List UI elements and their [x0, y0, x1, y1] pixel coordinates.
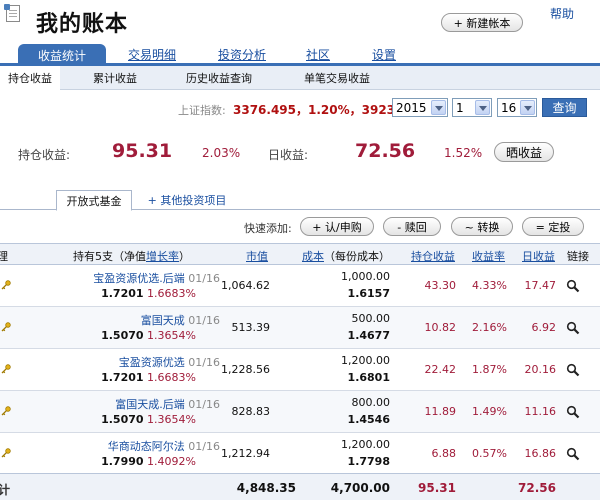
total-row: 计 4,848.35 4,700.00 95.31 72.56: [0, 473, 600, 500]
key-icon[interactable]: [1, 321, 11, 332]
daily-profit: 16.86: [524, 447, 557, 460]
table-row: 富国天成.后端 01/16 1.5070 1.3654% 828.83 800.00 1…: [0, 391, 600, 433]
help-link[interactable]: 帮助: [550, 5, 574, 22]
search-icon[interactable]: [566, 279, 580, 293]
col-return-rate[interactable]: 收益率: [472, 248, 505, 264]
new-book-button[interactable]: + 新建帐本: [441, 13, 523, 32]
tab-settings[interactable]: 设置: [364, 44, 404, 65]
tab-investment-analysis[interactable]: 投资分析: [210, 44, 274, 65]
search-icon[interactable]: [566, 363, 580, 377]
chevron-down-icon: [431, 100, 446, 115]
subtab-history-query[interactable]: 历史收益查询: [164, 66, 274, 90]
index-label: 上证指数:: [178, 104, 226, 117]
convert-button[interactable]: ~ 转换: [451, 217, 513, 236]
subtab-holding-profit[interactable]: 持仓收益: [0, 66, 60, 90]
chevron-down-icon: [475, 100, 490, 115]
col-daily-profit[interactable]: 日收益: [522, 248, 555, 264]
fund-nav: 1.7201: [101, 287, 144, 300]
col-holding: 持有5支（净值增长率）: [73, 250, 190, 263]
market-value: 828.83: [231, 405, 271, 418]
market-value: 1,212.94: [221, 447, 270, 460]
query-button[interactable]: 查询: [542, 98, 587, 117]
growth-rate-sort-link[interactable]: 增长率: [146, 250, 179, 263]
total-label: 计: [0, 483, 11, 497]
quick-add-bar: 快速添加: + 认/申购 - 赎回 ~ 转换 = 定投: [0, 216, 600, 238]
quick-add-label: 快速添加:: [244, 222, 292, 235]
daily-profit-label: 日收益:: [268, 148, 309, 162]
key-icon[interactable]: [1, 363, 11, 374]
daily-profit: 20.16: [524, 363, 557, 376]
tab-profit-stats[interactable]: 收益统计: [18, 44, 106, 66]
daily-profit-pct: 1.52%: [444, 146, 483, 160]
search-icon[interactable]: [566, 405, 580, 419]
holding-profit-label: 持仓收益:: [18, 148, 71, 162]
daily-profit-value: 72.56: [355, 140, 416, 162]
share-profit-button[interactable]: 晒收益: [494, 142, 554, 162]
table-row: 宝盈资源优选.后端 01/16 1.7201 1.6683% 1,064.62 1,0…: [0, 265, 600, 307]
col-link: 链接: [567, 250, 589, 263]
fund-nav: 1.7201: [101, 371, 144, 384]
holding-profit-pct: 2.03%: [202, 146, 241, 160]
index-value: 3376.495，1.20%，3923亿: [233, 103, 408, 117]
index-row: 上证指数: 3376.495，1.20%，3923亿 2015 1 16 查询: [0, 98, 600, 120]
year-select[interactable]: 2015: [392, 98, 448, 117]
daily-profit: 17.47: [524, 279, 557, 292]
key-icon[interactable]: [1, 279, 11, 290]
holding-profit-value: 95.31: [112, 140, 173, 162]
chevron-down-icon: [520, 100, 535, 115]
fixed-invest-button[interactable]: = 定投: [522, 217, 584, 236]
total-profit: 95.31: [418, 481, 456, 495]
total-daily: 72.56: [518, 481, 556, 495]
tab-transactions[interactable]: 交易明细: [120, 44, 184, 65]
col-manage: 管理: [0, 250, 8, 263]
tab-other-investments[interactable]: + 其他投资项目: [142, 190, 232, 210]
page-header: 我的账本 + 新建帐本 帮助: [0, 0, 600, 42]
market-value: 1,064.62: [221, 279, 270, 292]
search-icon[interactable]: [566, 447, 580, 461]
subscribe-button[interactable]: + 认/申购: [300, 217, 374, 236]
day-select[interactable]: 16: [497, 98, 537, 117]
table-row: 宝盈资源优选 01/16 1.7201 1.6683% 1,228.56 1,200.…: [0, 349, 600, 391]
key-icon[interactable]: [1, 447, 11, 458]
redeem-button[interactable]: - 赎回: [383, 217, 441, 236]
fund-nav: 1.5070: [101, 329, 144, 342]
document-icon: [4, 4, 20, 22]
col-cost: 成本（每份成本）: [302, 250, 390, 263]
cost-sort-link[interactable]: 成本: [302, 250, 324, 263]
table-row: 富国天成 01/16 1.5070 1.3654% 513.39 500.00 1.46…: [0, 307, 600, 349]
tab-open-fund[interactable]: 开放式基金: [56, 190, 132, 211]
subtab-cumulative-profit[interactable]: 累计收益: [78, 66, 152, 90]
fund-tabs: 开放式基金 + 其他投资项目: [0, 190, 600, 211]
fund-nav: 1.5070: [101, 413, 144, 426]
market-value: 513.39: [231, 321, 271, 334]
fund-nav: 1.7990: [101, 455, 144, 468]
market-value: 1,228.56: [221, 363, 270, 376]
col-holding-profit[interactable]: 持仓收益: [411, 248, 455, 264]
table-header: 管理 持有5支（净值增长率） 市值 成本（每份成本） 持仓收益 收益率 日收益 …: [0, 243, 600, 265]
profit-summary: 持仓收益: 95.31 2.03% 日收益: 72.56 1.52% 晒收益: [0, 140, 600, 166]
subtab-single-trade[interactable]: 单笔交易收益: [282, 66, 392, 90]
table-row: 华商动态阿尔法 01/16 1.7990 1.4092% 1,212.94 1,200…: [0, 433, 600, 475]
total-market: 4,848.35: [236, 481, 296, 495]
month-select[interactable]: 1: [452, 98, 492, 117]
key-icon[interactable]: [1, 405, 11, 416]
col-market-value[interactable]: 市值: [246, 248, 268, 264]
tab-community[interactable]: 社区: [298, 44, 338, 65]
page-title: 我的账本: [36, 12, 129, 37]
main-nav: 收益统计 交易明细 投资分析 社区 设置: [0, 42, 600, 66]
daily-profit: 6.92: [531, 321, 557, 334]
sub-nav: 持仓收益 累计收益 历史收益查询 单笔交易收益: [0, 66, 600, 90]
search-icon[interactable]: [566, 321, 580, 335]
daily-profit: 11.16: [524, 405, 557, 418]
